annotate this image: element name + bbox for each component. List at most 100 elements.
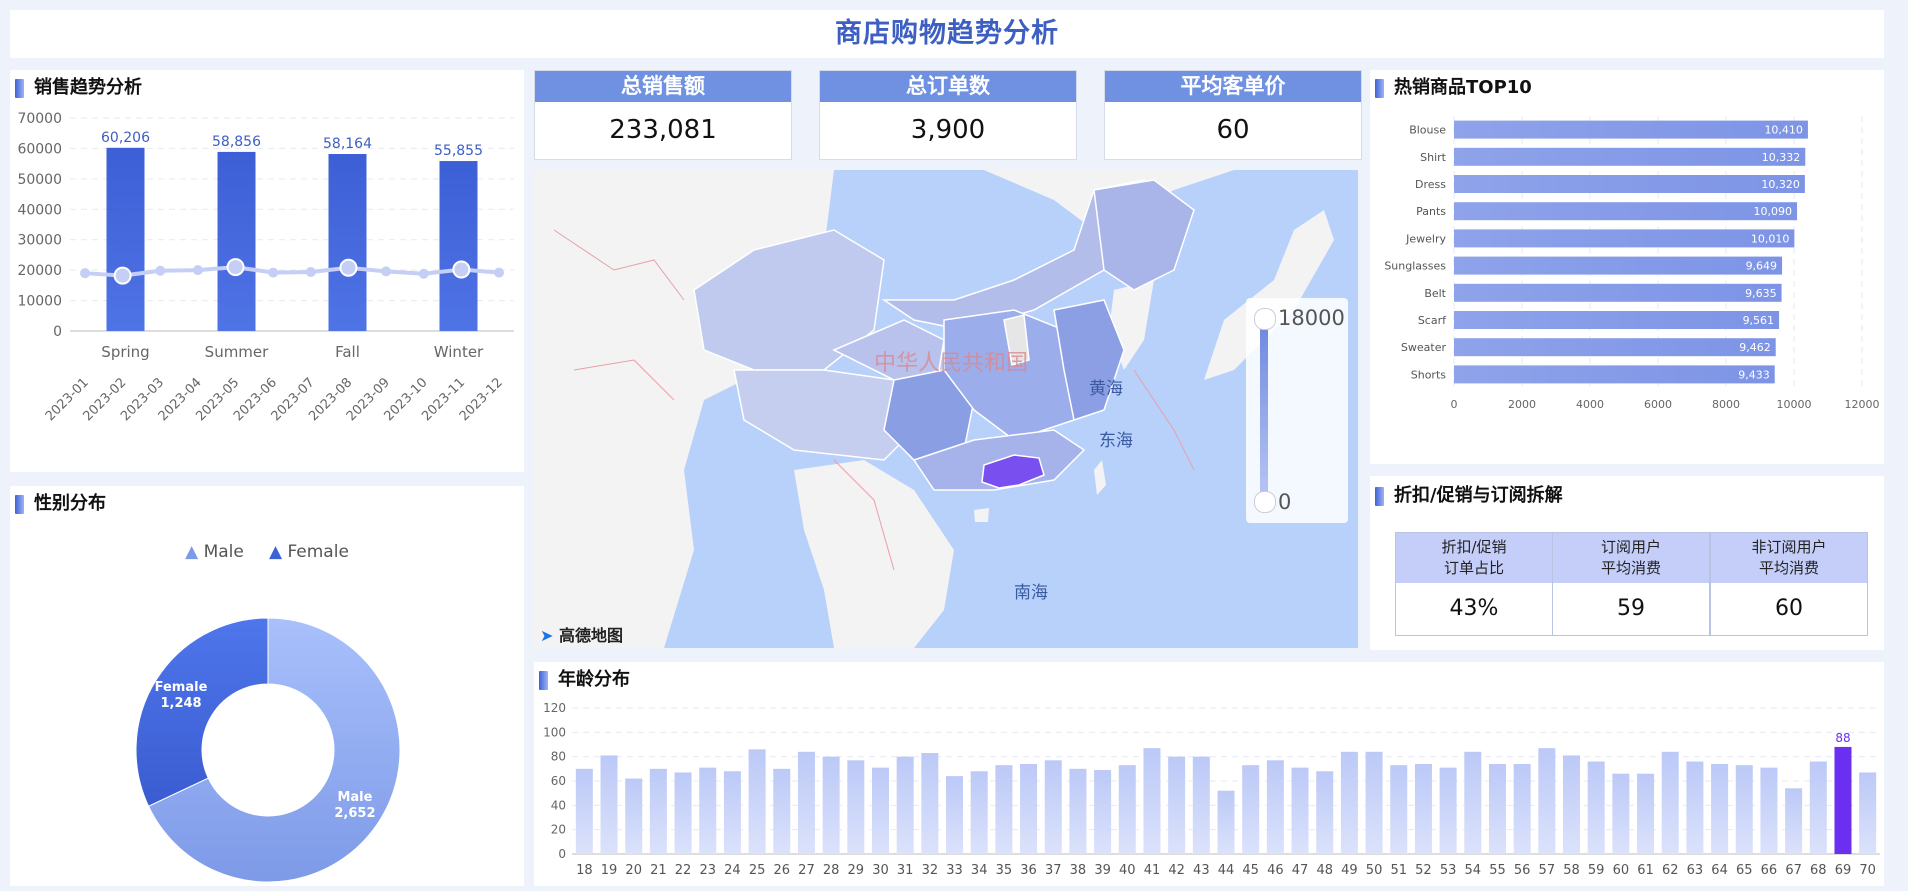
legend-item-female[interactable]: ▲ Female (269, 542, 349, 562)
product-bar (1454, 229, 1795, 248)
y-tick-label: 0 (558, 847, 566, 861)
age-label: 59 (1588, 863, 1605, 878)
map-canvas[interactable]: 中华人民共和国 黄海 东海 南海 (534, 170, 1358, 648)
gender-donut-chart: Male2,652 Female1,248 (135, 617, 401, 883)
age-bar (1785, 788, 1803, 854)
age-bar (871, 767, 889, 854)
donut-slice-name: Female (155, 680, 208, 695)
age-bar (649, 768, 667, 854)
promo-box-value: 59 (1617, 596, 1645, 621)
gender-legend[interactable]: ▲ Male ▲ Female (10, 542, 524, 562)
age-bar (1439, 767, 1457, 854)
kpi-value: 233,081 (609, 115, 717, 145)
title-marker-icon (15, 79, 24, 98)
product-value-label: 9,635 (1745, 287, 1777, 300)
donut-slice-value: 1,248 (160, 696, 201, 711)
y-tick-label: 10000 (17, 294, 62, 310)
age-bar (1809, 761, 1827, 854)
map-taiwan (1094, 460, 1106, 495)
visual-map-track[interactable] (1260, 316, 1268, 501)
age-highlight-label: 88 (1835, 731, 1850, 745)
map-label-east-sea: 东海 (1099, 431, 1133, 451)
product-bar (1454, 338, 1776, 357)
age-bar (1760, 767, 1778, 854)
age-bar (847, 760, 865, 854)
age-title: 年龄分布 (534, 662, 630, 698)
age-bar (1390, 765, 1408, 854)
age-label: 55 (1489, 863, 1506, 878)
age-label: 36 (1020, 863, 1037, 878)
visual-map-max-label: 18000 (1278, 306, 1345, 330)
visual-map-handle-min[interactable] (1254, 491, 1276, 513)
x-tick-label: 6000 (1644, 398, 1672, 411)
age-label: 30 (872, 863, 889, 878)
age-bar (1242, 765, 1260, 854)
x-tick-label: 10000 (1777, 398, 1812, 411)
promo-title: 折扣/促销与订阅拆解 (1370, 478, 1563, 514)
x-tick-label: 4000 (1576, 398, 1604, 411)
product-label: Shorts (1411, 368, 1447, 381)
age-label: 67 (1785, 863, 1802, 878)
visual-map-legend[interactable]: 18000 0 (1246, 298, 1348, 523)
promo-box-header: 折扣/促销 订单占比 (1396, 533, 1552, 583)
title-marker-icon (15, 495, 24, 514)
age-bar (1069, 768, 1087, 854)
donut-slice-name: Male (337, 790, 372, 805)
y-tick-label: 60 (551, 774, 566, 788)
sales-trend-chart: 0 10000 20000 30000 40000 50000 60000 70000 60,2… (17, 111, 514, 424)
product-bar (1454, 202, 1798, 221)
x-tick-label: 12000 (1845, 398, 1880, 411)
legend-item-male[interactable]: ▲ Male (185, 542, 244, 562)
sales-bar (106, 147, 145, 331)
visual-map-min-label: 0 (1278, 490, 1292, 514)
china-map[interactable]: 中华人民共和国 黄海 东海 南海 18000 0 ➤ 高德地图 (534, 170, 1358, 648)
age-label: 47 (1292, 863, 1309, 878)
age-label: 23 (699, 863, 716, 878)
age-bar (1168, 756, 1186, 854)
age-bar (1637, 773, 1655, 854)
season-label: Fall (335, 343, 360, 361)
age-bar (600, 755, 618, 854)
sales-trend-title: 销售趋势分析 (10, 70, 142, 106)
monthly-trend-point (192, 265, 203, 276)
age-label: 69 (1835, 863, 1852, 878)
age-label: 38 (1070, 863, 1087, 878)
age-bar (1464, 751, 1482, 854)
product-bar (1454, 147, 1806, 166)
age-label: 44 (1218, 863, 1235, 878)
promo-nonsubscriber-box: 非订阅用户 平均消费 60 (1710, 532, 1868, 636)
age-bar (1217, 790, 1235, 854)
navigation-arrow-icon: ➤ (540, 626, 554, 645)
map-region-northeast (1093, 179, 1195, 291)
monthly-trend-point (494, 267, 504, 278)
top-products-panel: 热销商品TOP10 0 2000 4000 6000 8000 10000 12000 Blo… (1370, 70, 1884, 464)
sales-bar (439, 161, 478, 331)
sales-trend-panel: 销售趋势分析 0 10000 20000 30000 40000 50000 60000 70… (10, 70, 524, 472)
kpi-value: 60 (1216, 115, 1250, 145)
age-label: 20 (625, 863, 642, 878)
age-bar (625, 778, 643, 854)
y-tick-label: 20 (551, 823, 566, 837)
sales-bar-label: 58,856 (212, 134, 261, 150)
age-bar (1143, 748, 1161, 854)
monthly-trend-point (268, 267, 279, 278)
monthly-trend-point (113, 266, 132, 285)
age-label: 52 (1415, 863, 1432, 878)
visual-map-handle-max[interactable] (1254, 308, 1276, 330)
y-tick-label: 20000 (17, 263, 62, 279)
age-label: 68 (1810, 863, 1827, 878)
product-value-label: 10,090 (1754, 205, 1793, 218)
age-label: 31 (897, 863, 914, 878)
title-marker-icon (1375, 79, 1384, 98)
kpi-avg-order: 平均客单价 60 (1104, 70, 1362, 160)
y-tick-label: 40 (551, 798, 566, 812)
age-label: 41 (1144, 863, 1161, 878)
age-bar (1340, 751, 1358, 854)
age-label: 42 (1168, 863, 1185, 878)
age-label: 29 (848, 863, 865, 878)
product-label: Belt (1424, 287, 1446, 300)
y-tick-label: 30000 (17, 233, 62, 249)
monthly-trend-point (155, 265, 166, 276)
age-label: 35 (996, 863, 1013, 878)
age-bar (1266, 760, 1284, 854)
